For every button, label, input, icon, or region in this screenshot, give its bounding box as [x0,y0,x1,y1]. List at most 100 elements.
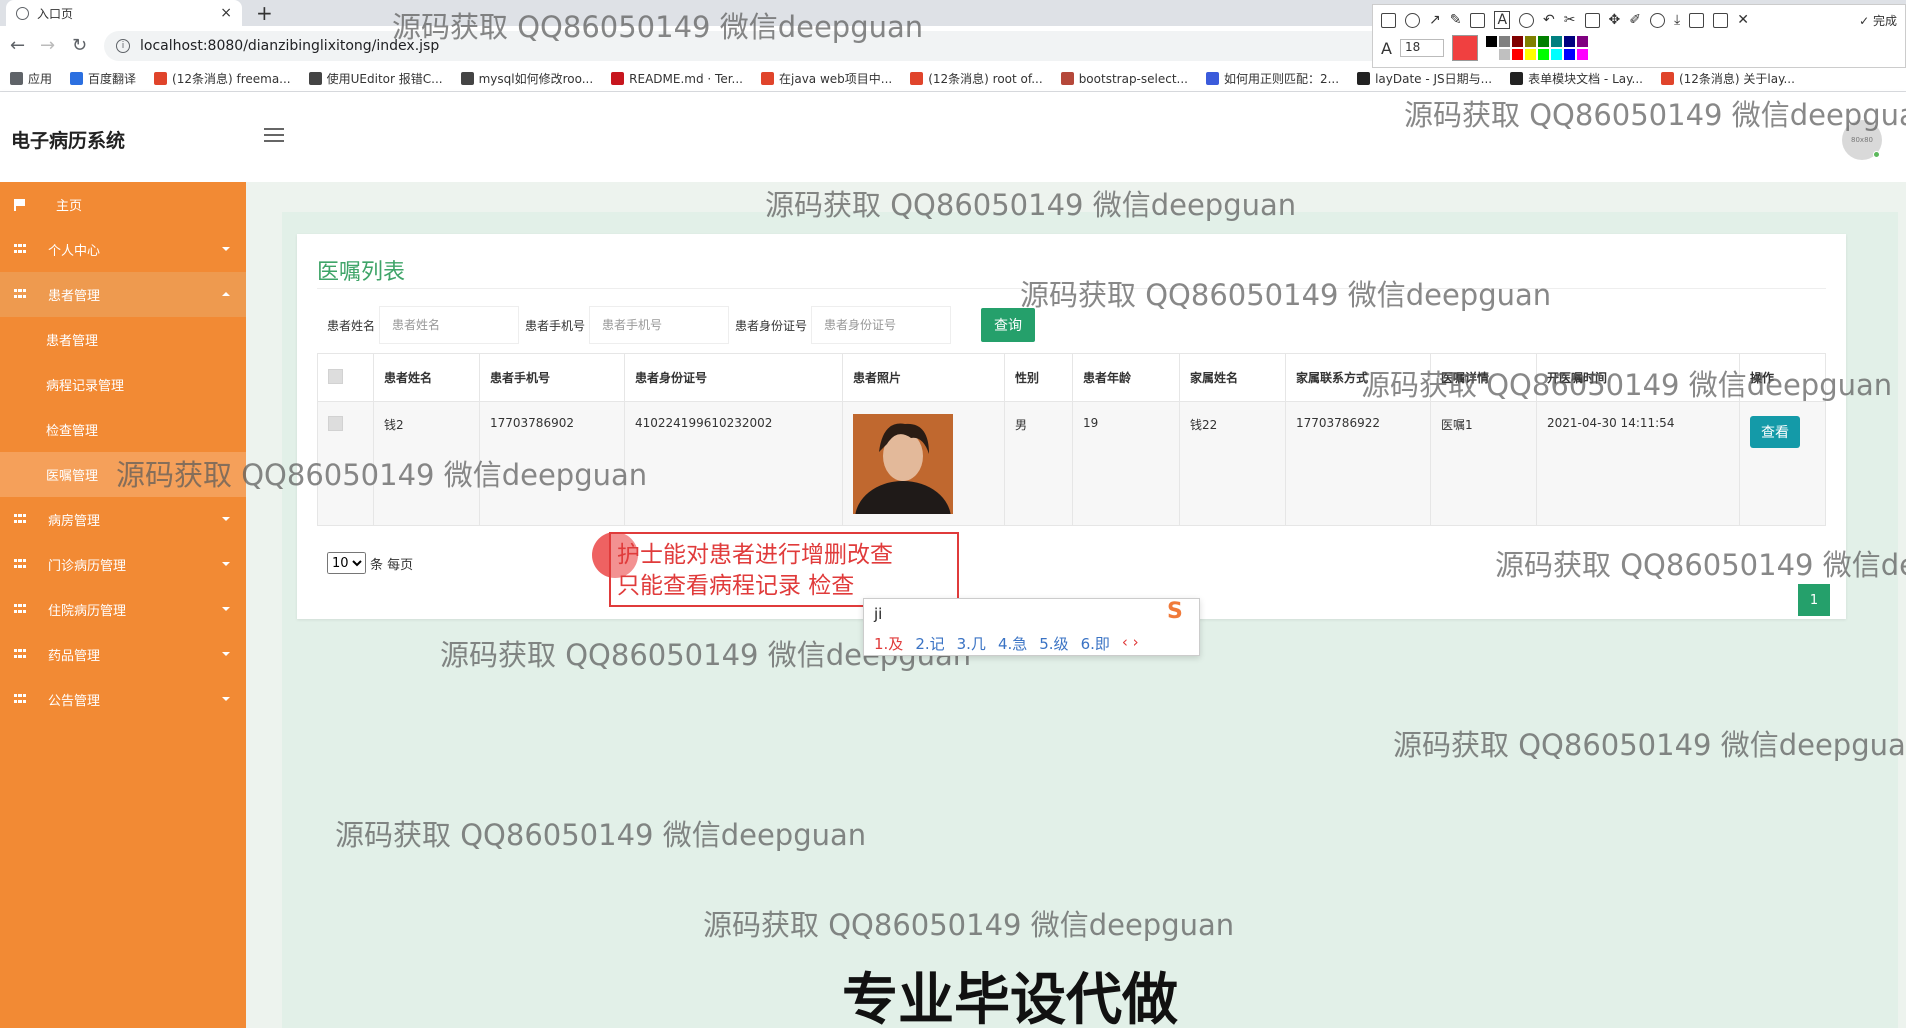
patient-phone-input[interactable] [589,306,730,344]
pagination-page-1[interactable]: 1 [1798,584,1830,616]
undo-icon[interactable]: ↶ [1543,12,1555,28]
number-tool-icon[interactable] [1519,12,1535,28]
column-header[interactable]: 开医嘱时间 [1536,353,1740,402]
bookmark-item[interactable]: 应用 [10,70,52,87]
color-swatch[interactable] [1511,49,1523,60]
hamburger-menu-icon[interactable] [264,128,284,146]
reload-icon[interactable]: ↻ [72,35,87,56]
forward-arrow-icon[interactable]: → [40,35,55,56]
bookmark-item[interactable]: 表单模块文档 - Lay... [1510,70,1643,87]
ime-candidate[interactable]: 3.几 [957,633,986,654]
sidebar-item-patient-management[interactable]: 患者管理 [0,272,246,317]
ime-candidate[interactable]: 1.及 [874,633,903,654]
column-header[interactable]: 患者身份证号 [624,353,843,402]
color-swatch[interactable] [1485,49,1497,60]
download-icon[interactable]: ⤓ [1674,12,1680,28]
sidebar-item-group[interactable]: 病房管理 [0,497,246,542]
color-swatch[interactable] [1537,36,1549,47]
bookmark-item[interactable]: 在java web项目中... [761,70,892,87]
sidebar-subitem-examinations[interactable]: 检查管理 [0,407,246,452]
color-swatch[interactable] [1498,36,1510,47]
sidebar-item-group[interactable]: 药品管理 [0,632,246,677]
record-icon[interactable] [1649,12,1665,28]
column-header[interactable]: 患者姓名 [373,353,480,402]
sidebar-subitem-medical-orders[interactable]: 医嘱管理 [0,452,246,497]
bookmark-item[interactable]: layDate - JS日期与... [1357,70,1492,87]
sidebar-item-home[interactable]: 主页 [0,182,246,227]
sidebar-item-group[interactable]: 门诊病历管理 [0,542,246,587]
column-header[interactable]: 性别 [1004,353,1073,402]
ellipse-tool-icon[interactable] [1405,12,1420,28]
bookmark-item[interactable]: (12条消息) root of... [910,70,1043,87]
arrow-tool-icon[interactable]: ↗ [1429,12,1441,28]
rectangle-tool-icon[interactable] [1381,12,1396,28]
save-icon[interactable] [1713,12,1729,28]
query-button[interactable]: 查询 [981,308,1036,342]
bookmark-item[interactable]: mysql如何修改roo... [460,70,593,87]
back-arrow-icon[interactable]: ← [10,35,25,56]
column-header[interactable]: 患者年龄 [1072,353,1180,402]
color-swatch[interactable] [1563,36,1575,47]
active-color-swatch[interactable] [1451,35,1478,61]
bookmark-item[interactable]: 使用UEditor 报错C... [308,70,443,87]
ime-candidate[interactable]: 2.记 [915,633,944,654]
address-bar[interactable]: i localhost:8080/dianzibinglixitong/inde… [104,31,1434,61]
ime-page-arrows-icon[interactable]: ‹ › [1122,633,1139,654]
column-header[interactable]: 家属联系方式 [1285,353,1431,402]
color-swatch[interactable] [1498,49,1510,60]
sidebar-subitem-patients[interactable]: 患者管理 [0,317,246,362]
ime-candidate[interactable]: 6.即 [1081,633,1110,654]
color-swatch[interactable] [1576,49,1588,60]
done-button[interactable]: ✓ 完成 [1859,12,1897,29]
column-header[interactable]: 医嘱详情 [1430,353,1537,402]
pin-icon[interactable]: ✥ [1609,12,1621,28]
ocr-icon[interactable] [1584,12,1600,28]
pen-icon[interactable]: ✐ [1629,12,1641,28]
page-size-select[interactable]: 10 [327,552,366,574]
sidebar-subitem-progress-notes[interactable]: 病程记录管理 [0,362,246,407]
annotation-note-box[interactable]: 护士能对患者进行增删改查 只能查看病程记录 检查 [609,532,959,607]
bookmark-item[interactable]: 百度翻译 [70,70,136,87]
bookmark-item[interactable]: bootstrap-select... [1060,72,1188,86]
pen-tool-icon[interactable]: ✎ [1450,12,1462,28]
ime-candidate[interactable]: 4.急 [998,633,1027,654]
column-header[interactable]: 操作 [1739,353,1826,402]
color-swatch[interactable] [1537,49,1549,60]
scissors-icon[interactable]: ✂ [1564,12,1576,28]
color-swatch[interactable] [1524,49,1536,60]
bookmark-item[interactable]: README.md · Ter... [611,72,743,86]
phone-icon[interactable] [1689,12,1705,28]
close-tab-icon[interactable]: × [220,5,232,21]
color-swatch[interactable] [1550,49,1562,60]
color-swatch[interactable] [1563,49,1575,60]
font-size-select[interactable]: 18 [1399,39,1444,57]
patient-name-input[interactable] [379,306,520,344]
browser-tab[interactable]: 入口页 × [6,0,242,26]
column-header[interactable]: 患者手机号 [479,353,625,402]
avatar[interactable]: 80x80 [1842,120,1882,160]
column-header[interactable]: 患者照片 [842,353,1005,402]
color-swatch[interactable] [1511,36,1523,47]
color-swatch[interactable] [1550,36,1562,47]
color-swatch[interactable] [1485,36,1497,47]
view-button[interactable]: 查看 [1750,416,1800,448]
sidebar-item-group[interactable]: 住院病历管理 [0,587,246,632]
row-checkbox[interactable] [328,416,343,431]
close-icon[interactable]: ✕ [1737,12,1749,28]
sidebar-item-personal-center[interactable]: 个人中心 [0,227,246,272]
bookmark-item[interactable]: 如何用正则匹配：2... [1205,70,1339,87]
mosaic-tool-icon[interactable] [1470,12,1486,28]
sidebar-item-group[interactable]: 公告管理 [0,677,246,722]
ime-candidate[interactable]: 5.级 [1039,633,1068,654]
bookmark-item[interactable]: (12条消息) 关于lay... [1660,70,1795,87]
color-swatch[interactable] [1524,36,1536,47]
new-tab-button[interactable]: + [256,1,273,25]
bookmarks-bar: 应用 百度翻译 (12条消息) freema... 使用UEditor 报错C... m… [0,66,1906,92]
bookmark-item[interactable]: (12条消息) freema... [154,70,291,87]
select-all-checkbox[interactable] [328,368,343,384]
color-swatch[interactable] [1576,36,1588,47]
info-icon[interactable]: i [116,39,130,53]
patient-id-input[interactable] [811,306,952,344]
text-tool-icon[interactable]: A [1494,11,1511,29]
column-header[interactable]: 家属姓名 [1179,353,1286,402]
